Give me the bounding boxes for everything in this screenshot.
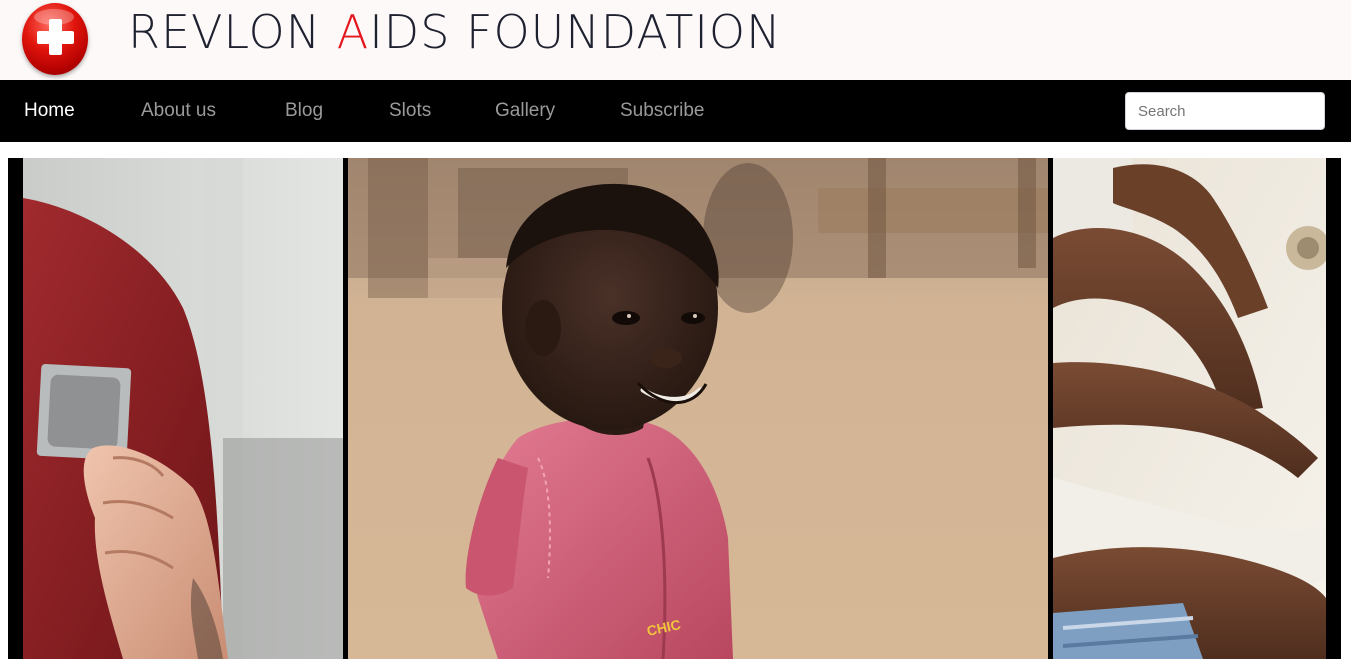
- hero-image-right: [1053, 158, 1326, 659]
- nav-item-subscribe[interactable]: Subscribe: [620, 80, 705, 142]
- site-title[interactable]: REVLON AIDS FOUNDATION: [128, 6, 782, 58]
- site-title-accent-letter: A: [336, 5, 370, 59]
- nav-item-about-us[interactable]: About us: [141, 80, 216, 142]
- nav-item-blog[interactable]: Blog: [285, 80, 323, 142]
- site-header: REVLON AIDS FOUNDATION: [0, 0, 1351, 80]
- nav-item-home[interactable]: Home: [24, 80, 75, 142]
- hero-gallery: CHIC: [8, 158, 1341, 659]
- site-title-part-1: REVLON: [128, 5, 337, 59]
- children-limbs-image: [1053, 158, 1326, 659]
- main-navbar: Home About us Blog Slots Gallery Subscri…: [0, 80, 1351, 142]
- condom-awareness-image: [23, 158, 343, 659]
- smiling-child-image: CHIC: [348, 158, 1048, 659]
- search-input[interactable]: [1125, 92, 1325, 130]
- red-cross-logo-icon[interactable]: [22, 3, 88, 75]
- nav-item-gallery[interactable]: Gallery: [495, 80, 555, 142]
- logo-cross-horizontal: [37, 31, 74, 44]
- site-title-part-2: IDS FOUNDATION: [369, 5, 782, 59]
- hero-image-center: CHIC: [348, 158, 1048, 659]
- nav-item-slots[interactable]: Slots: [389, 80, 431, 142]
- hero-image-left: [23, 158, 343, 659]
